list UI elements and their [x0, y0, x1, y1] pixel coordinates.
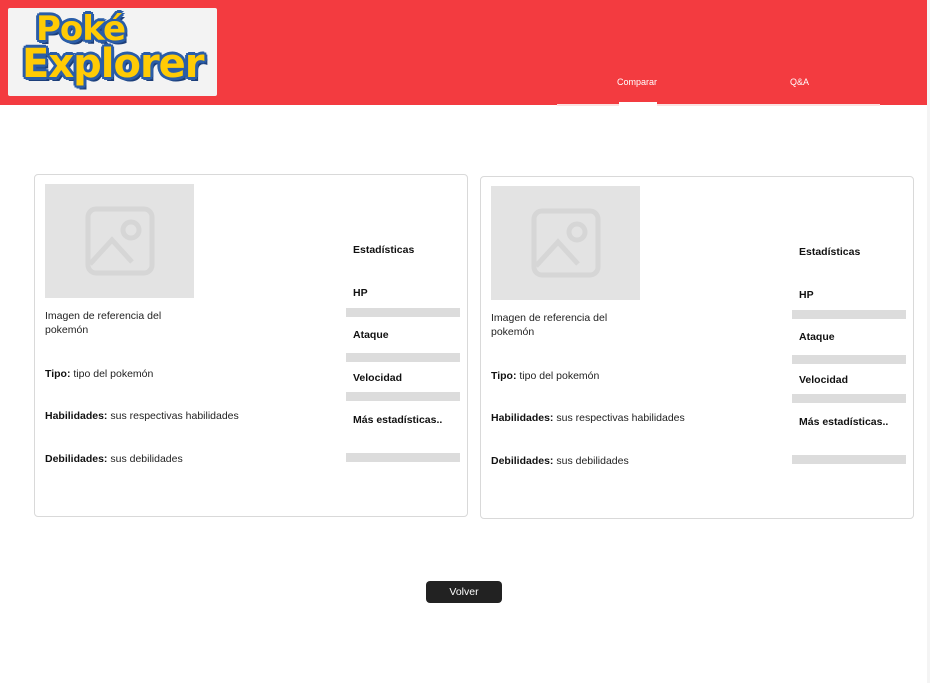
- type-field: Tipo: tipo del pokemón: [491, 370, 600, 382]
- stat-label-attack: Ataque: [353, 329, 389, 341]
- nav-divider: [557, 104, 619, 106]
- stat-label-hp: HP: [353, 287, 368, 299]
- header-bar: Poké Explorer Comparar Q&A: [0, 0, 927, 105]
- stat-label-more[interactable]: Más estadísticas..: [353, 413, 443, 427]
- stat-bar-more: [346, 453, 460, 462]
- logo[interactable]: Poké Explorer: [8, 8, 217, 96]
- logo-text: Poké Explorer: [22, 9, 205, 87]
- stats-title: Estadísticas: [799, 246, 861, 258]
- stat-label-speed: Velocidad: [799, 374, 849, 386]
- nav-tab-compare[interactable]: Comparar: [617, 77, 657, 87]
- image-icon: [531, 208, 601, 278]
- abilities-field: Habilidades: sus respectivas habilidades: [45, 410, 239, 422]
- abilities-field: Habilidades: sus respectivas habilidades: [491, 412, 685, 424]
- stat-bar-attack: [792, 355, 906, 364]
- type-field: Tipo: tipo del pokemón: [45, 368, 154, 380]
- pokemon-card-1: Imagen de referencia del pokemón Tipo: t…: [34, 174, 468, 517]
- weaknesses-field: Debilidades: sus debilidades: [45, 453, 183, 465]
- stat-label-more[interactable]: Más estadísticas..: [799, 415, 889, 429]
- stat-bar-speed: [792, 394, 906, 403]
- image-icon: [85, 206, 155, 276]
- nav-tab-qa[interactable]: Q&A: [790, 77, 809, 87]
- stat-bar-speed: [346, 392, 460, 401]
- stat-label-hp: HP: [799, 289, 814, 301]
- stat-label-speed: Velocidad: [353, 372, 403, 384]
- pokemon-card-2: Imagen de referencia del pokemón Tipo: t…: [480, 176, 914, 519]
- back-button[interactable]: Volver: [426, 581, 502, 603]
- stat-bar-attack: [346, 353, 460, 362]
- pokemon-image-placeholder: [45, 184, 194, 298]
- stats-title: Estadísticas: [353, 244, 415, 256]
- image-caption: Imagen de referencia del pokemón: [491, 312, 608, 338]
- pokemon-image-placeholder: [491, 186, 640, 300]
- stat-bar-hp: [346, 308, 460, 317]
- nav-divider: [657, 104, 880, 106]
- stat-bar-more: [792, 455, 906, 464]
- stat-bar-hp: [792, 310, 906, 319]
- image-caption: Imagen de referencia del pokemón: [45, 310, 162, 336]
- active-tab-indicator: [619, 102, 657, 105]
- stat-label-attack: Ataque: [799, 331, 835, 343]
- weaknesses-field: Debilidades: sus debilidades: [491, 455, 629, 467]
